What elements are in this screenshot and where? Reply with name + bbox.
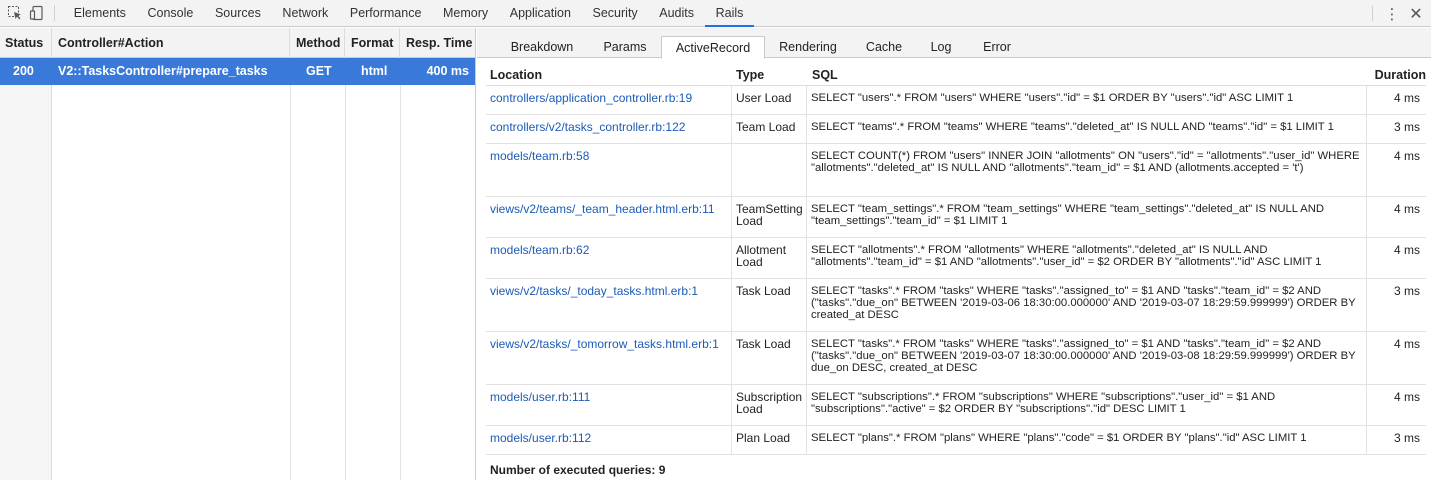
query-row: models/team.rb:58 SELECT COUNT(*) FROM "… [486,144,1426,197]
request-format: html [361,64,388,78]
query-row: models/team.rb:62 Allotment Load SELECT … [486,238,1426,279]
column-divider [400,85,401,480]
query-location-link[interactable]: controllers/application_controller.rb:19 [486,86,731,114]
query-type: Plan Load [731,426,806,454]
query-type: Task Load [731,279,806,331]
column-divider [345,85,346,480]
query-location-link[interactable]: models/team.rb:62 [486,238,731,278]
query-location-link[interactable]: models/user.rb:112 [486,426,731,454]
tab-params[interactable]: Params [590,36,660,58]
detail-panel: Breakdown Params ActiveRecord Rendering … [477,28,1431,480]
request-action: V2::TasksController#prepare_tasks [58,64,268,78]
tab-breakdown[interactable]: Breakdown [499,36,585,58]
inspect-element-icon[interactable] [4,0,26,26]
requests-empty-area [0,85,475,480]
query-duration: 3 ms [1366,115,1426,143]
tab-performance[interactable]: Performance [339,0,432,26]
request-row-selected[interactable]: 200 V2::TasksController#prepare_tasks GE… [0,58,475,85]
tab-audits[interactable]: Audits [648,0,704,26]
tab-rendering[interactable]: Rendering [768,36,848,58]
device-toolbar-icon[interactable] [26,0,48,26]
query-sql: SELECT "tasks".* FROM "tasks" WHERE "tas… [806,279,1366,331]
query-duration: 4 ms [1366,197,1426,237]
tab-console[interactable]: Console [137,0,204,26]
tab-security[interactable]: Security [582,0,649,26]
toolbar-separator [1372,6,1373,21]
query-row: views/v2/tasks/_today_tasks.html.erb:1 T… [486,279,1426,332]
close-icon[interactable]: ✕ [1405,4,1427,24]
query-duration: 3 ms [1366,426,1426,454]
query-duration: 4 ms [1366,238,1426,278]
tab-elements[interactable]: Elements [63,0,137,26]
header-method[interactable]: Method [291,28,345,58]
tab-network[interactable]: Network [272,0,339,26]
header-resp-time[interactable]: Resp. Time [401,28,475,58]
query-row: views/v2/teams/_team_header.html.erb:11 … [486,197,1426,238]
activerecord-table: Location Type SQL Duration controllers/a… [486,65,1426,481]
more-options-icon[interactable]: ⋮ [1379,5,1405,23]
query-row: controllers/v2/tasks_controller.rb:122 T… [486,115,1426,144]
query-type: TeamSetting Load [731,197,806,237]
query-location-link[interactable]: models/user.rb:111 [486,385,731,425]
query-row: controllers/application_controller.rb:19… [486,86,1426,115]
query-sql: SELECT "tasks".* FROM "tasks" WHERE "tas… [806,332,1366,384]
query-row: views/v2/tasks/_tomorrow_tasks.html.erb:… [486,332,1426,385]
query-type [731,144,806,196]
status-column-bg [0,85,52,480]
query-type: Team Load [731,115,806,143]
query-duration: 4 ms [1366,332,1426,384]
tab-rails[interactable]: Rails [704,0,755,27]
query-location-link[interactable]: views/v2/teams/_team_header.html.erb:11 [486,197,731,237]
query-sql: SELECT "team_settings".* FROM "team_sett… [806,197,1366,237]
query-type: Allotment Load [731,238,806,278]
col-duration[interactable]: Duration [1375,65,1426,86]
query-sql: SELECT "subscriptions".* FROM "subscript… [806,385,1366,425]
tab-memory[interactable]: Memory [432,0,499,26]
query-count: Number of executed queries: 9 [490,463,666,477]
col-type[interactable]: Type [736,65,764,86]
query-sql: SELECT "teams".* FROM "teams" WHERE "tea… [806,115,1366,143]
query-duration: 4 ms [1366,385,1426,425]
col-location[interactable]: Location [490,65,542,86]
query-location-link[interactable]: views/v2/tasks/_today_tasks.html.erb:1 [486,279,731,331]
query-duration: 3 ms [1366,279,1426,331]
toolbar-separator [54,5,55,21]
requests-panel: Status Controller#Action Method Format R… [0,28,476,480]
devtools-toolbar: Elements Console Sources Network Perform… [0,0,1431,27]
query-duration: 4 ms [1366,144,1426,196]
request-status: 200 [13,64,34,78]
header-format[interactable]: Format [346,28,400,58]
query-type: User Load [731,86,806,114]
toolbar-right-controls: ⋮ ✕ [1372,0,1431,27]
query-type: Task Load [731,332,806,384]
query-location-link[interactable]: views/v2/tasks/_tomorrow_tasks.html.erb:… [486,332,731,384]
header-controller-action[interactable]: Controller#Action [53,28,290,58]
query-row: models/user.rb:111 Subscription Load SEL… [486,385,1426,426]
request-time: 400 ms [426,64,469,78]
query-duration: 4 ms [1366,86,1426,114]
requests-header: Status Controller#Action Method Format R… [0,28,475,58]
tab-log[interactable]: Log [921,36,961,58]
query-type: Subscription Load [731,385,806,425]
tab-cache[interactable]: Cache [857,36,911,58]
column-divider [290,85,291,480]
query-row: models/user.rb:112 Plan Load SELECT "pla… [486,426,1426,455]
activerecord-header: Location Type SQL Duration [486,65,1426,86]
detail-tabs: Breakdown Params ActiveRecord Rendering … [477,28,1431,59]
query-sql: SELECT COUNT(*) FROM "users" INNER JOIN … [806,144,1366,196]
query-location-link[interactable]: models/team.rb:58 [486,144,731,196]
tab-sources[interactable]: Sources [204,0,271,26]
query-sql: SELECT "users".* FROM "users" WHERE "use… [806,86,1366,114]
col-sql[interactable]: SQL [812,65,838,86]
request-method: GET [306,64,332,78]
query-location-link[interactable]: controllers/v2/tasks_controller.rb:122 [486,115,731,143]
tab-activerecord[interactable]: ActiveRecord [661,36,765,59]
header-status[interactable]: Status [0,28,52,58]
tab-application[interactable]: Application [499,0,582,26]
query-sql: SELECT "allotments".* FROM "allotments" … [806,238,1366,278]
tab-error[interactable]: Error [971,36,1023,58]
query-sql: SELECT "plans".* FROM "plans" WHERE "pla… [806,426,1366,454]
